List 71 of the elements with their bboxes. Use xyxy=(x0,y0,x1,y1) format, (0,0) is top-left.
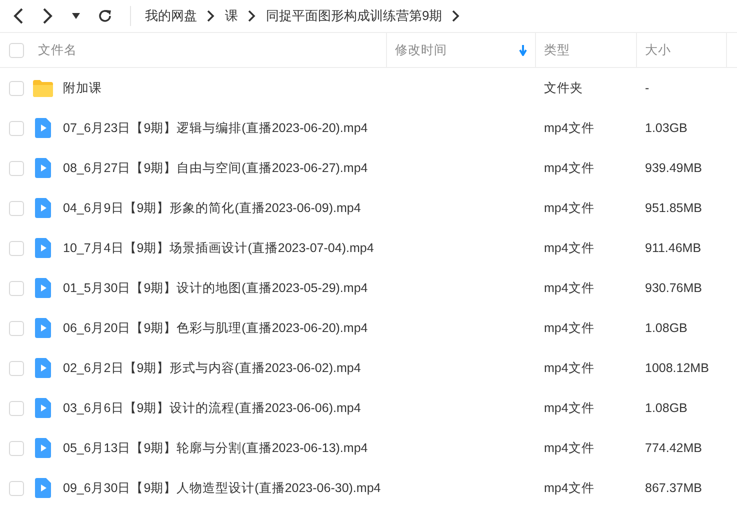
file-name[interactable]: 05_6月13日【9期】轮廓与分割(直播2023-06-13).mp4 xyxy=(63,440,368,456)
row-checkbox[interactable] xyxy=(8,400,24,416)
row-checkbox[interactable] xyxy=(8,480,24,496)
file-name[interactable]: 附加课 xyxy=(63,80,102,96)
row-checkbox[interactable] xyxy=(8,280,24,296)
file-size: - xyxy=(645,81,650,95)
column-header[interactable]: 类型 xyxy=(544,42,570,58)
video-file-icon xyxy=(33,318,53,338)
row-checkbox[interactable] xyxy=(8,80,24,96)
breadcrumb-item[interactable]: 我的网盘 xyxy=(145,7,197,25)
file-name[interactable]: 04_6月9日【9期】形象的简化(直播2023-06-09).mp4 xyxy=(63,200,361,216)
column-header[interactable]: 文件名 xyxy=(38,42,77,58)
video-file-icon xyxy=(33,438,53,458)
file-type: mp4文件 xyxy=(544,360,594,374)
file-size: 951.85MB xyxy=(645,201,702,215)
file-type: mp4文件 xyxy=(544,240,594,254)
row-checkbox[interactable] xyxy=(8,240,24,256)
video-file-icon xyxy=(33,198,53,218)
file-size: 1.08GB xyxy=(645,321,688,335)
file-size: 1008.12MB xyxy=(645,361,709,375)
file-type: mp4文件 xyxy=(544,400,594,414)
row-checkbox[interactable] xyxy=(8,440,24,456)
file-name[interactable]: 10_7月4日【9期】场景插画设计(直播2023-07-04).mp4 xyxy=(63,240,374,256)
file-name[interactable]: 02_6月2日【9期】形式与内容(直播2023-06-02).mp4 xyxy=(63,360,361,376)
video-file-icon xyxy=(33,278,53,298)
chevron-icon xyxy=(248,10,256,22)
column-header[interactable]: 大小 xyxy=(645,42,671,58)
file-size: 1.03GB xyxy=(645,121,688,135)
file-type: 文件夹 xyxy=(544,80,583,94)
breadcrumb-item[interactable]: 同捉平面图形构成训练营第9期 xyxy=(266,7,442,25)
chevron-icon xyxy=(207,10,215,22)
dropdown-icon[interactable] xyxy=(72,13,80,19)
column-header[interactable]: 修改时间 xyxy=(395,42,447,58)
file-type: mp4文件 xyxy=(544,320,594,334)
select-all-checkbox[interactable] xyxy=(8,42,24,58)
file-type: mp4文件 xyxy=(544,480,594,494)
file-size: 911.46MB xyxy=(645,241,702,255)
forward-icon[interactable] xyxy=(42,7,54,25)
file-name[interactable]: 06_6月20日【9期】色彩与肌理(直播2023-06-20).mp4 xyxy=(63,320,368,336)
file-type: mp4文件 xyxy=(544,160,594,174)
row-checkbox[interactable] xyxy=(8,200,24,216)
sort-arrow-icon[interactable] xyxy=(519,44,527,56)
refresh-icon[interactable] xyxy=(98,9,112,23)
video-file-icon xyxy=(33,478,53,498)
video-file-icon xyxy=(33,238,53,258)
video-file-icon xyxy=(33,398,53,418)
row-checkbox[interactable] xyxy=(8,320,24,336)
file-type: mp4文件 xyxy=(544,440,594,454)
file-name[interactable]: 08_6月27日【9期】自由与空间(直播2023-06-27).mp4 xyxy=(63,160,368,176)
row-checkbox[interactable] xyxy=(8,120,24,136)
file-name[interactable]: 01_5月30日【9期】设计的地图(直播2023-05-29).mp4 xyxy=(63,280,368,296)
file-size: 939.49MB xyxy=(645,161,702,175)
file-type: mp4文件 xyxy=(544,120,594,134)
file-type: mp4文件 xyxy=(544,200,594,214)
file-size: 1.08GB xyxy=(645,401,688,415)
breadcrumb-item[interactable]: 课 xyxy=(225,7,238,25)
folder-icon xyxy=(33,80,53,96)
row-checkbox[interactable] xyxy=(8,160,24,176)
chevron-icon xyxy=(452,10,460,22)
file-name[interactable]: 07_6月23日【9期】逻辑与编排(直播2023-06-20).mp4 xyxy=(63,120,368,136)
file-size: 867.37MB xyxy=(645,481,702,495)
file-name[interactable]: 09_6月30日【9期】人物造型设计(直播2023-06-30).mp4 xyxy=(63,480,381,496)
back-icon[interactable] xyxy=(12,7,24,25)
video-file-icon xyxy=(33,158,53,178)
file-type: mp4文件 xyxy=(544,280,594,294)
file-size: 774.42MB xyxy=(645,441,702,455)
row-checkbox[interactable] xyxy=(8,360,24,376)
file-size: 930.76MB xyxy=(645,281,702,295)
video-file-icon xyxy=(33,358,53,378)
file-name[interactable]: 03_6月6日【9期】设计的流程(直播2023-06-06).mp4 xyxy=(63,400,361,416)
video-file-icon xyxy=(33,118,53,138)
